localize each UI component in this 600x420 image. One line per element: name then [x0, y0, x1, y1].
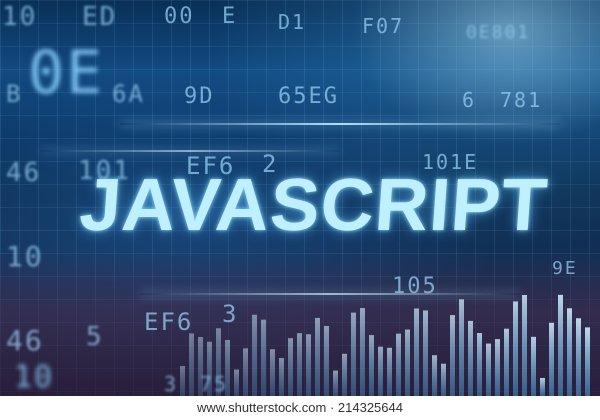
watermark-caption: www.shutterstock.com · 214325644	[0, 396, 600, 420]
decorative-bar	[342, 353, 347, 396]
decorative-bar	[396, 333, 401, 396]
decorative-bar	[189, 333, 194, 396]
hex-text: 6	[462, 88, 477, 112]
decorative-bar	[405, 329, 410, 396]
decorative-bar	[351, 312, 356, 396]
decorative-bar	[549, 322, 554, 396]
decorative-bar	[378, 346, 383, 396]
decorative-bar	[225, 339, 230, 396]
decorative-bar-chart	[180, 294, 590, 396]
hex-text: E	[222, 4, 238, 29]
decorative-bar	[243, 348, 248, 396]
tech-background: 10 ED 00 E D1 F07 0E801 0E B 6A 9D 65EG …	[0, 0, 600, 396]
hex-text: F07	[362, 14, 405, 38]
hex-text: 0E	[28, 38, 105, 108]
hex-text: 10	[6, 240, 44, 273]
decorative-bar	[279, 358, 284, 396]
decorative-bar	[324, 325, 329, 396]
decorative-bar	[216, 328, 221, 396]
stock-image: 10 ED 00 E D1 F07 0E801 0E B 6A 9D 65EG …	[0, 0, 600, 420]
decorative-bar	[486, 343, 491, 396]
decorative-bar	[477, 333, 482, 396]
decorative-bar	[198, 336, 203, 396]
hex-text: 6A	[112, 80, 145, 108]
decorative-bar	[450, 315, 455, 396]
hex-text: 65EG	[278, 84, 339, 109]
decorative-bar	[306, 334, 311, 396]
hex-text: 10	[14, 360, 55, 395]
decorative-bar	[558, 294, 563, 396]
hex-text: ED	[82, 2, 118, 32]
decorative-bar	[252, 314, 257, 396]
hex-text: 10	[2, 2, 38, 32]
decorative-bar	[297, 333, 302, 396]
decorative-bar	[387, 347, 392, 396]
decorative-bar	[459, 299, 464, 396]
hex-text: 5	[86, 322, 104, 352]
hex-text: B	[6, 80, 23, 108]
decorative-bar	[288, 338, 293, 396]
decorative-bar	[522, 295, 527, 396]
javascript-title: JAVASCRIPT	[77, 163, 551, 246]
hex-text: 46	[6, 158, 42, 188]
decorative-bar	[531, 336, 536, 396]
hex-text: D1	[278, 10, 307, 34]
bar-group	[180, 294, 590, 396]
decorative-bar	[234, 369, 239, 396]
hex-text: 9D	[184, 84, 215, 109]
decorative-bar	[207, 341, 212, 396]
decorative-bar	[468, 320, 473, 396]
hex-text: 0E801	[466, 22, 531, 43]
decorative-bar	[315, 317, 320, 396]
decorative-bar	[504, 328, 509, 396]
decorative-bar	[180, 366, 185, 396]
decorative-bar	[576, 318, 581, 396]
decorative-bar	[567, 308, 572, 396]
decorative-bar	[540, 377, 545, 396]
decorative-bar	[495, 339, 500, 396]
decorative-bar	[513, 301, 518, 396]
decorative-bar	[369, 335, 374, 396]
hex-text: 3	[164, 372, 179, 396]
decorative-bar	[414, 308, 419, 396]
decorative-bar	[441, 363, 446, 396]
decorative-bar	[333, 370, 338, 396]
decorative-bar	[261, 319, 266, 396]
decorative-bar	[423, 310, 428, 396]
hex-text: 781	[500, 88, 543, 112]
hex-text: 46	[6, 324, 44, 357]
decorative-bar	[432, 355, 437, 396]
decorative-bar	[585, 327, 590, 396]
decorative-bar	[270, 349, 275, 396]
decorative-bar	[360, 308, 365, 396]
light-streak	[120, 123, 560, 125]
hex-text: 00	[164, 4, 195, 29]
